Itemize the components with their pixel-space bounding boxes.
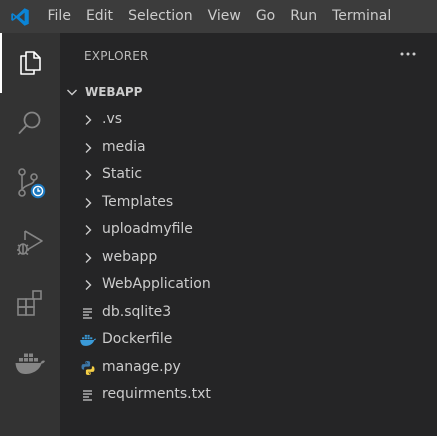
tree-item-folder[interactable]: .vs [60, 106, 437, 134]
root-folder-webapp[interactable]: WEBAPP [60, 81, 437, 103]
tree-item-label: Templates [102, 193, 174, 210]
search-icon [18, 111, 41, 134]
tree-item-label: requirments.txt [102, 386, 211, 402]
tree-item-label: .vs [102, 111, 123, 127]
activity-explorer[interactable] [0, 33, 60, 93]
tree-item-label: manage.py [102, 358, 181, 375]
tree-item-label: Dockerfile [102, 331, 173, 347]
tree-item-label: db.sqlite3 [102, 303, 172, 320]
text-file-icon [79, 304, 97, 322]
tree-item-folder[interactable]: WebApplication [60, 271, 437, 299]
menu-terminal[interactable]: Terminal [325, 0, 399, 33]
python-file-icon [79, 359, 97, 377]
menu-file[interactable]: File [40, 0, 78, 33]
tree-item-file[interactable]: requirments.txt [60, 381, 437, 409]
menu-selection[interactable]: Selection [121, 0, 201, 33]
tree-item-label: webapp [102, 248, 158, 265]
tree-item-label: Static [102, 166, 143, 182]
tree-item-file[interactable]: Dockerfile [60, 326, 437, 354]
run-debug-icon [17, 230, 43, 256]
menu-view[interactable]: View [200, 0, 248, 33]
menu-edit[interactable]: Edit [78, 0, 120, 33]
tree-item-folder[interactable]: media [60, 134, 437, 162]
files-icon [20, 51, 41, 75]
source-control-icon [18, 168, 47, 200]
menu-bar: File Edit Selection View Go Run Terminal [40, 0, 399, 33]
chevron-right-icon [79, 139, 97, 157]
chevron-right-icon [79, 194, 97, 212]
title-bar: File Edit Selection View Go Run Terminal [0, 0, 437, 33]
docker-icon [15, 353, 45, 374]
tree-item-file[interactable]: db.sqlite3 [60, 299, 437, 327]
activity-docker[interactable] [0, 333, 60, 393]
vscode-logo-icon [0, 0, 40, 33]
menu-run[interactable]: Run [283, 0, 325, 33]
tree-item-label: uploadmyfile [102, 221, 193, 237]
vscode-window: File Edit Selection View Go Run Terminal [0, 0, 437, 436]
more-actions-button[interactable] [397, 43, 419, 65]
tree-item-folder[interactable]: webapp [60, 244, 437, 272]
menu-go[interactable]: Go [248, 0, 282, 33]
file-tree: .vs media Static Templates uploadmyfile … [60, 106, 437, 409]
activity-bar [0, 33, 60, 436]
activity-extensions[interactable] [0, 273, 60, 333]
explorer-sidebar: EXPLORER WEBAPP .vs media Static Templat… [60, 33, 437, 436]
text-file-icon [79, 386, 97, 404]
chevron-right-icon [79, 166, 97, 184]
chevron-down-icon [67, 89, 77, 96]
activity-run-debug[interactable] [0, 213, 60, 273]
chevron-right-icon [79, 221, 97, 239]
chevron-right-icon [79, 249, 97, 267]
tree-item-folder[interactable]: uploadmyfile [60, 216, 437, 244]
tree-item-file[interactable]: manage.py [60, 354, 437, 382]
explorer-title: EXPLORER [84, 49, 149, 63]
tree-item-folder[interactable]: Static [60, 161, 437, 189]
extensions-icon [17, 290, 42, 316]
tree-item-label: WebApplication [102, 276, 211, 292]
chevron-right-icon [79, 111, 97, 129]
tree-item-folder[interactable]: Templates [60, 189, 437, 217]
activity-source-control[interactable] [0, 153, 60, 213]
activity-search[interactable] [0, 93, 60, 153]
tree-item-label: media [102, 138, 146, 155]
explorer-header: EXPLORER [60, 33, 437, 81]
root-folder-label: WEBAPP [85, 85, 143, 99]
docker-file-icon [79, 331, 97, 349]
ellipsis-icon [400, 52, 416, 56]
chevron-right-icon [79, 276, 97, 294]
